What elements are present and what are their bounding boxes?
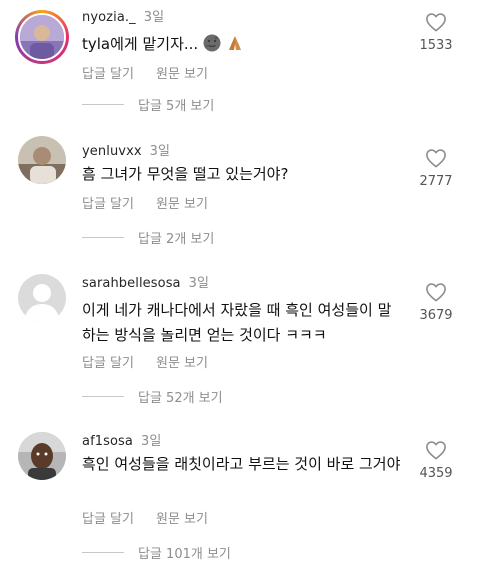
see-translation-button[interactable]: 원문 보기 xyxy=(156,512,208,527)
avatar-image xyxy=(18,432,66,480)
comment-username[interactable]: af1sosa 3일 xyxy=(82,430,161,449)
heart-icon xyxy=(426,13,446,32)
heart-icon xyxy=(426,283,446,302)
like-count: 1533 xyxy=(419,38,453,53)
replies-divider-line xyxy=(82,552,124,553)
comment-actions: 답글 달기 원문 보기 xyxy=(82,352,208,371)
like-button[interactable]: 1533 xyxy=(416,12,456,53)
comment-text: tyla에게 맡기자... xyxy=(82,32,402,60)
view-replies-button[interactable]: 답글 52개 보기 xyxy=(82,387,223,406)
avatar-default[interactable] xyxy=(18,274,66,322)
see-translation-button[interactable]: 원문 보기 xyxy=(156,197,208,212)
avatar-image xyxy=(18,136,66,184)
comment-username[interactable]: yenluvxx 3일 xyxy=(82,140,170,159)
view-replies-button[interactable]: 답글 5개 보기 xyxy=(82,95,214,114)
like-button[interactable]: 2777 xyxy=(416,148,456,189)
heart-icon xyxy=(426,149,446,168)
new-moon-face-emoji xyxy=(203,34,221,60)
see-translation-button[interactable]: 원문 보기 xyxy=(156,67,208,82)
comment-time: 3일 xyxy=(188,276,210,291)
comment-actions: 답글 달기 원문 보기 xyxy=(82,193,208,212)
like-button[interactable]: 3679 xyxy=(416,282,456,323)
folded-hands-emoji xyxy=(226,34,244,60)
replies-divider-line xyxy=(82,104,124,105)
heart-icon xyxy=(426,441,446,460)
comment-username[interactable]: sarahbellesosa 3일 xyxy=(82,272,209,291)
reply-button[interactable]: 답글 달기 xyxy=(82,356,134,371)
like-count: 2777 xyxy=(419,174,453,189)
reply-button[interactable]: 답글 달기 xyxy=(82,512,134,527)
reply-button[interactable]: 답글 달기 xyxy=(82,67,134,82)
comment-username[interactable]: nyozia._ 3일 xyxy=(82,6,164,25)
comment-text: 흑인 여성들을 래칫이라고 부르는 것이 바로 그거야 xyxy=(82,455,401,473)
comment-time: 3일 xyxy=(140,434,162,449)
comment-text: 흠 그녀가 무엇을 떨고 있는거야? xyxy=(82,165,289,183)
avatar[interactable] xyxy=(18,136,66,184)
like-button[interactable]: 4359 xyxy=(416,440,456,481)
comment-text: 이게 네가 캐나다에서 자랐을 때 흑인 여성들이 말하는 방식을 놀리면 얻는… xyxy=(82,301,392,344)
like-count: 4359 xyxy=(419,466,453,481)
replies-divider-line xyxy=(82,396,124,397)
comment-time: 3일 xyxy=(143,10,165,25)
comment-actions: 답글 달기 원문 보기 xyxy=(82,63,208,82)
view-replies-button[interactable]: 답글 2개 보기 xyxy=(82,228,214,247)
comment-actions: 답글 달기 원문 보기 xyxy=(82,508,208,527)
avatar-story-ring[interactable] xyxy=(15,10,69,64)
avatar[interactable] xyxy=(18,432,66,480)
comment-time: 3일 xyxy=(149,144,171,159)
default-profile-icon xyxy=(18,274,66,322)
reply-button[interactable]: 답글 달기 xyxy=(82,197,134,212)
see-translation-button[interactable]: 원문 보기 xyxy=(156,356,208,371)
replies-divider-line xyxy=(82,237,124,238)
view-replies-button[interactable]: 답글 101개 보기 xyxy=(82,543,231,562)
avatar-image xyxy=(20,15,64,59)
like-count: 3679 xyxy=(419,308,453,323)
